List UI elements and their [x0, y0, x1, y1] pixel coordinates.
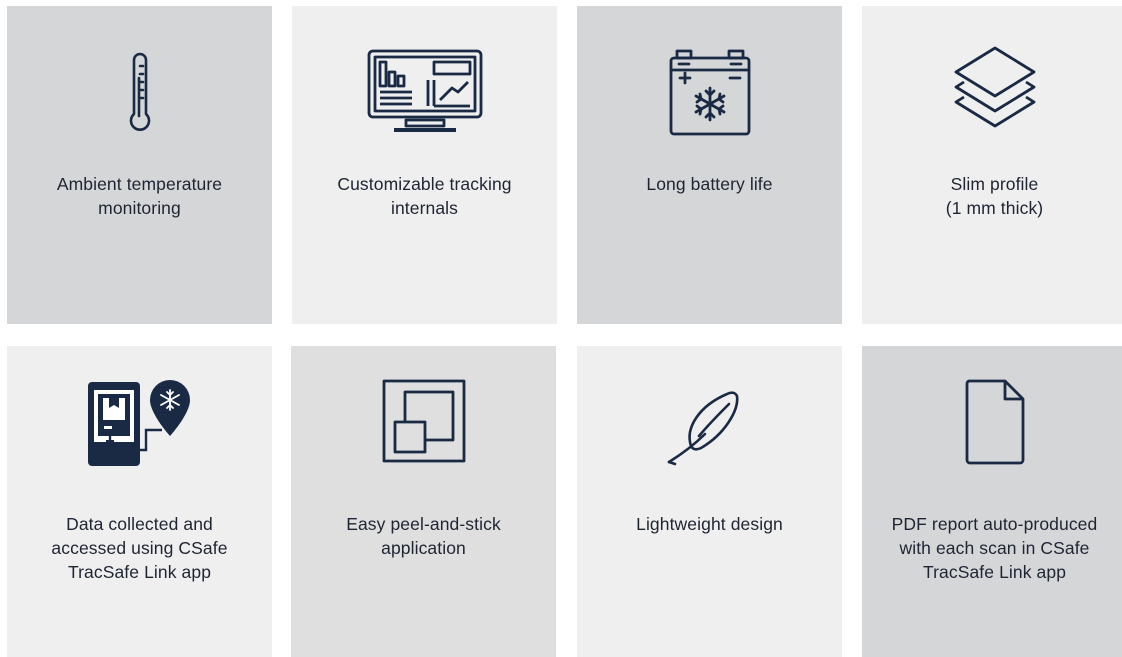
feature-label: Long battery life	[646, 174, 773, 194]
feature-tile-app-data: Data collected and accessed using CSafe …	[7, 346, 272, 657]
feature-label: Lightweight design	[636, 514, 783, 534]
feature-tile-temperature: Ambient temperature monitoring	[7, 6, 272, 324]
thermometer-icon	[129, 52, 150, 131]
dashboard-monitor-icon	[367, 49, 482, 132]
feature-label: Slim profile (1 mm thick)	[945, 174, 1044, 218]
feature-label: PDF report auto-produced with each scan …	[891, 514, 1098, 582]
feature-tile-slim-profile: Slim profile (1 mm thick)	[862, 6, 1122, 324]
battery-snowflake-icon	[669, 49, 750, 136]
phone-location-icon	[87, 380, 190, 466]
feature-tile-tracking: Customizable tracking internals	[292, 6, 557, 324]
feature-tile-pdf-report: PDF report auto-produced with each scan …	[862, 346, 1122, 657]
document-icon	[965, 379, 1024, 465]
feature-label: Data collected and accessed using CSafe …	[51, 514, 228, 582]
feature-label: Easy peel-and-stick application	[346, 514, 501, 558]
feature-tile-battery: Long battery life	[577, 6, 842, 324]
layers-icon	[954, 46, 1035, 128]
feature-label: Ambient temperature monitoring	[56, 174, 223, 218]
peel-stick-icon	[382, 379, 465, 463]
feature-tile-lightweight: Lightweight design	[577, 346, 842, 657]
feature-tile-peel-stick: Easy peel-and-stick application	[291, 346, 556, 657]
feather-icon	[667, 391, 738, 466]
feature-label: Customizable tracking internals	[337, 174, 512, 218]
